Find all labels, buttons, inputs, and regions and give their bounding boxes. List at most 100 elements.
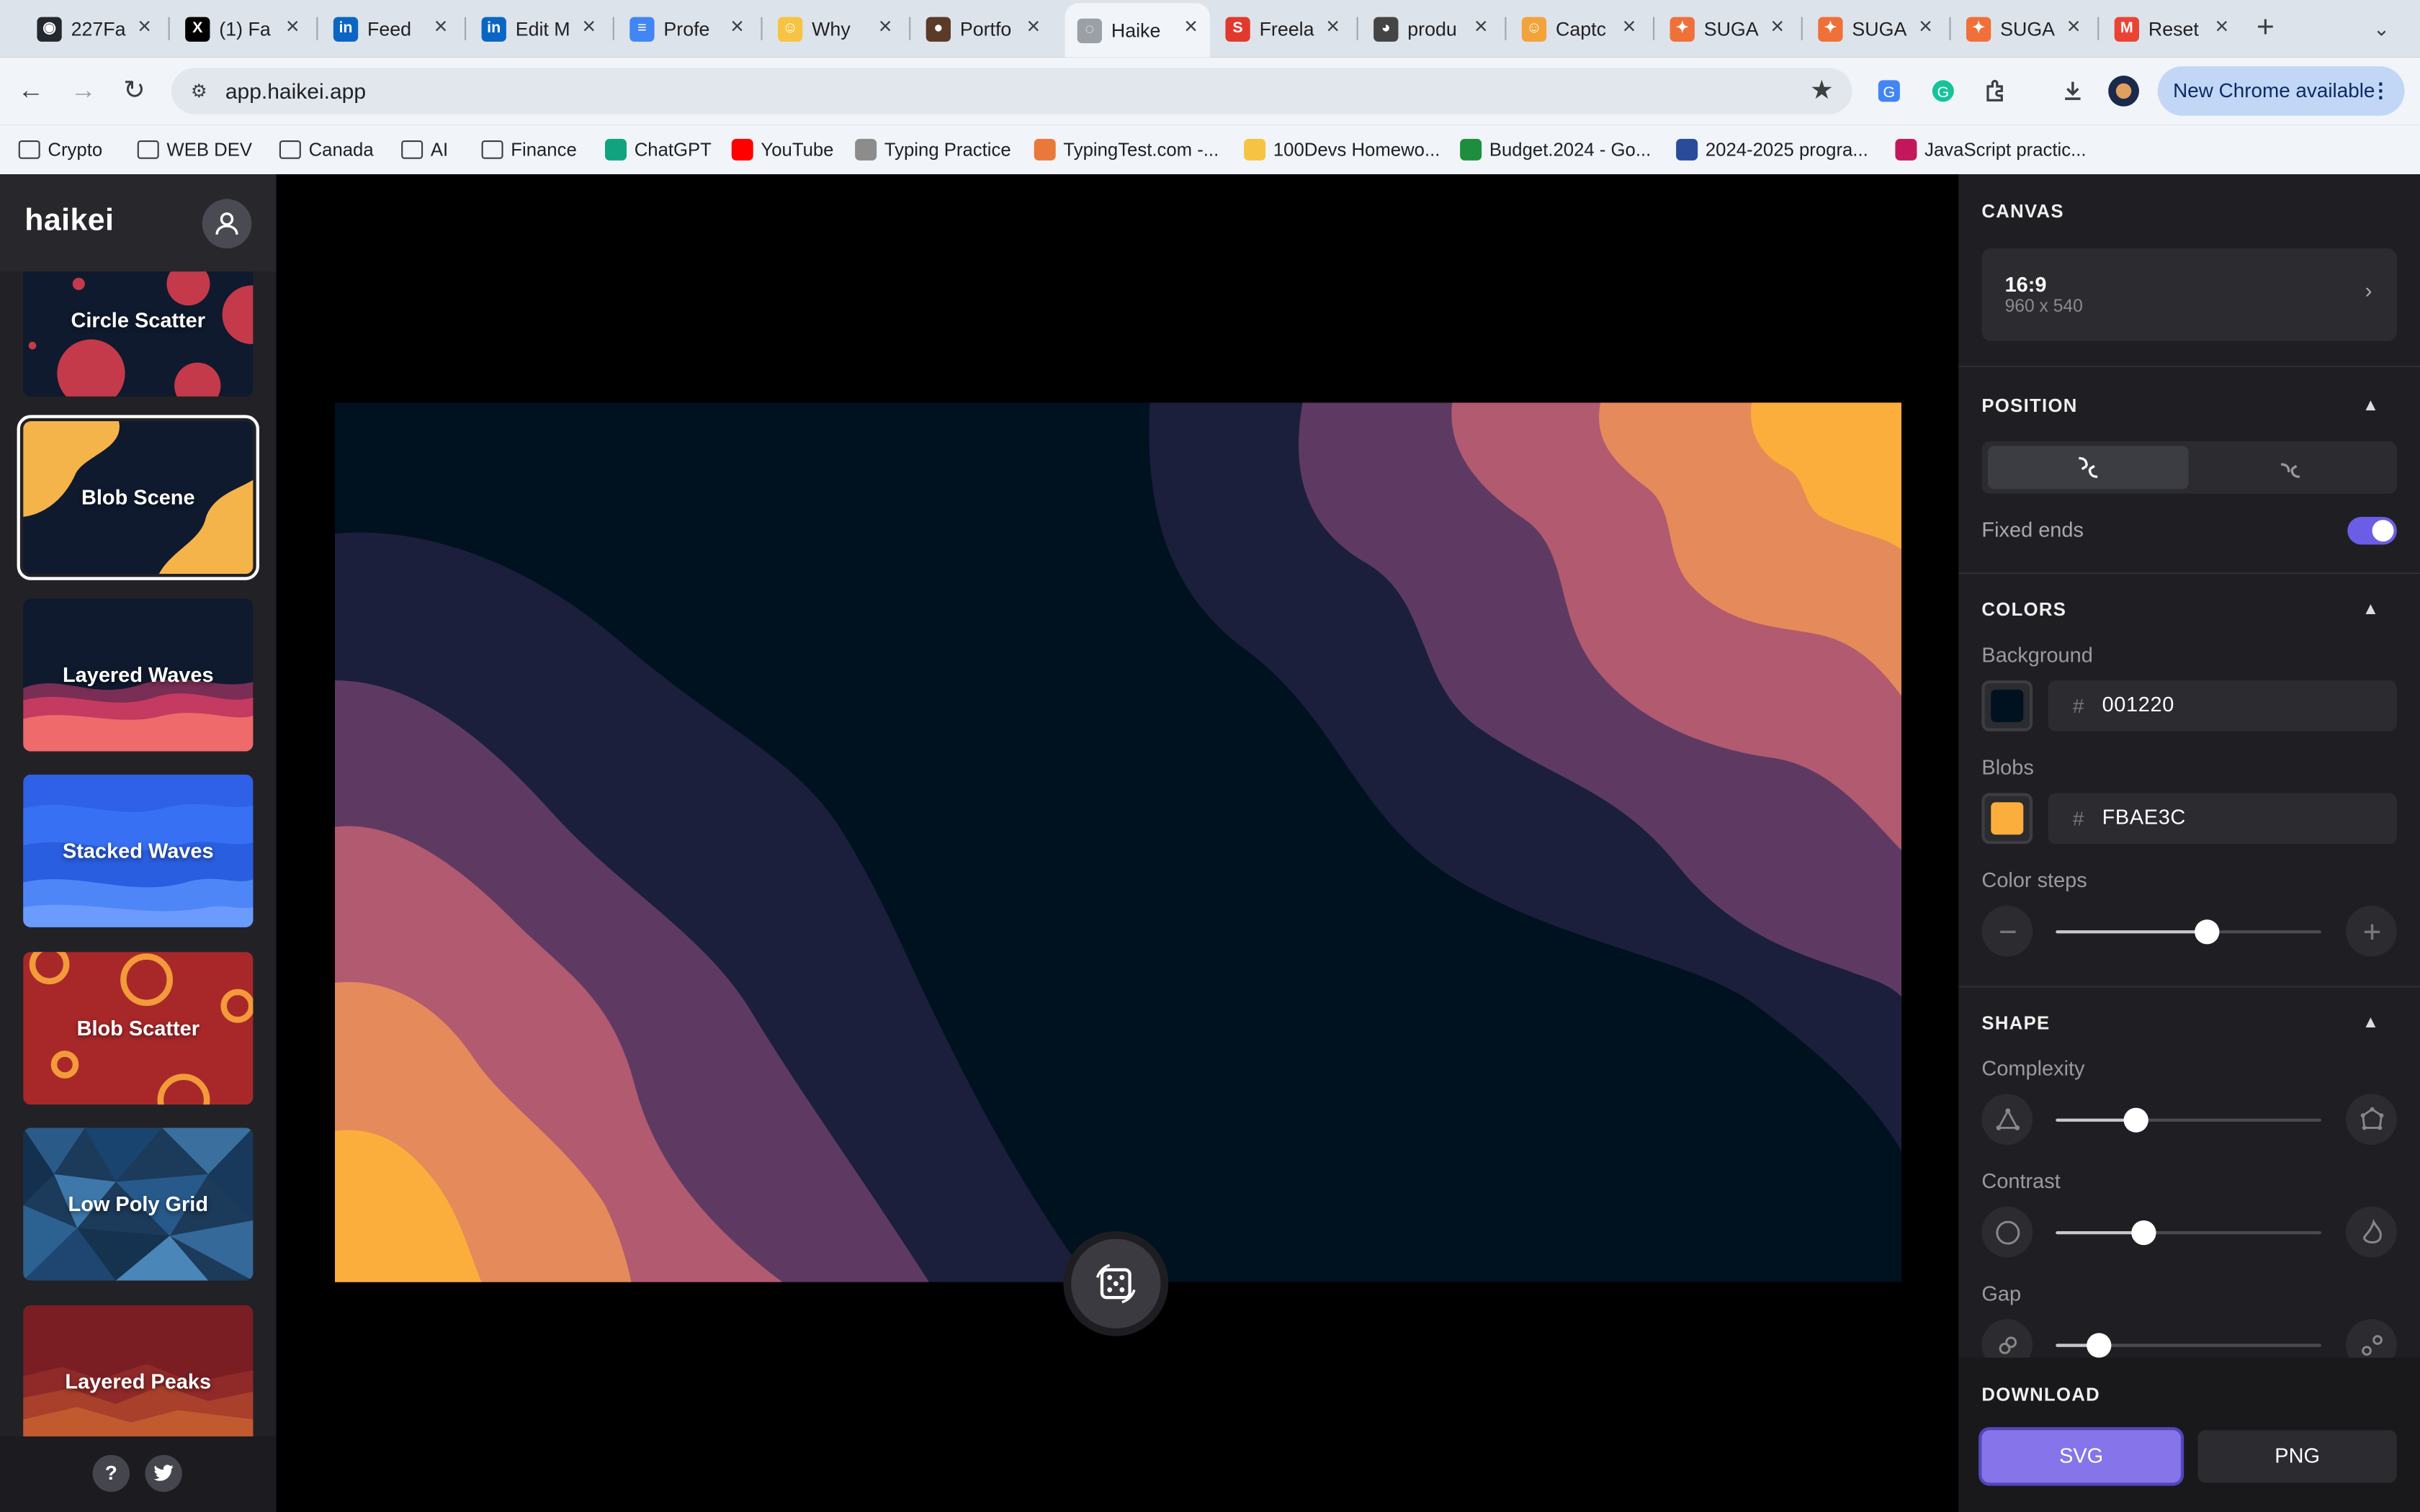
bookmark-item[interactable]: Crypto [18,138,102,162]
browser-tab[interactable]: ☺ Why × [766,11,905,46]
grammarly-icon[interactable]: G [1927,76,1958,107]
blobs-color-swatch[interactable] [1981,793,2033,845]
more-contrast-button[interactable] [2346,1206,2397,1258]
browser-tab[interactable]: ● Portfo × [914,11,1053,46]
collapse-position-icon[interactable]: ▲ [2358,393,2383,418]
browser-tab[interactable]: ≡ Profe × [617,11,756,46]
more-complexity-button[interactable] [2346,1094,2397,1145]
decrease-steps-button[interactable] [1981,905,2033,957]
close-tab-icon[interactable]: × [1474,14,1488,40]
generator-blob-scene[interactable]: Blob Scene [17,415,259,580]
browser-tab[interactable]: ✦ SUGA × [1657,11,1796,46]
bookmark-item[interactable]: 100Devs Homewo... [1244,138,1440,162]
position-option-both-corners[interactable] [1988,446,2189,490]
generator-blob-scatter[interactable]: Blob Scatter [23,952,254,1105]
color-steps-slider[interactable] [2056,917,2321,948]
browser-tab[interactable]: in Feed × [321,11,460,46]
close-tab-icon[interactable]: × [2215,14,2229,40]
tab-search-button[interactable]: ⌄ [2365,12,2398,46]
browser-tab[interactable]: ◌ Haike × [1065,3,1210,58]
bookmark-item[interactable]: Typing Practice [855,138,1011,162]
browser-tab[interactable]: X (1) Fa × [173,11,312,46]
less-complexity-button[interactable] [1981,1094,2033,1145]
generator-layered-waves[interactable]: Layered Waves [23,598,254,752]
downloads-icon[interactable] [2057,76,2088,107]
colors-section-title: COLORS [1981,598,2067,621]
generator-circle-scatter[interactable]: Circle Scatter [23,271,254,397]
browser-tab[interactable]: ✦ SUGA × [1806,11,1945,46]
close-tab-icon[interactable]: × [879,14,892,40]
gap-slider[interactable] [2056,1330,2321,1361]
bookmark-item[interactable]: Budget.2024 - Go... [1460,138,1651,162]
close-tab-icon[interactable]: × [138,14,151,40]
less-contrast-button[interactable] [1981,1206,2033,1258]
site-info-icon[interactable]: ⚙ [187,78,211,103]
close-tab-icon[interactable]: × [1184,14,1198,40]
close-tab-icon[interactable]: × [286,14,300,40]
browser-tab[interactable]: ☺ Captc × [1510,11,1649,46]
download-png-button[interactable]: PNG [2197,1430,2397,1483]
slider-thumb[interactable] [2195,919,2220,945]
reload-button[interactable]: ↻ [117,74,151,108]
collapse-colors-icon[interactable]: ▲ [2358,597,2383,621]
increase-steps-button[interactable] [2346,905,2397,957]
slider-thumb[interactable] [2130,1220,2156,1246]
contrast-slider[interactable] [2056,1218,2321,1248]
bookmark-item[interactable]: WEB DEV [137,138,252,162]
close-tab-icon[interactable]: × [1027,14,1041,40]
help-button[interactable]: ? [92,1454,130,1493]
background-color-swatch[interactable] [1981,680,2033,732]
canvas-size-selector[interactable]: 16:9 960 x 540 › [1981,248,2397,341]
back-button[interactable]: ← [14,74,48,108]
blob-scene-canvas[interactable] [335,402,1901,1282]
chrome-update-button[interactable]: New Chrome available ⋮ [2157,66,2405,116]
address-url[interactable]: app.haikei.app [225,78,366,103]
close-tab-icon[interactable]: × [582,14,596,40]
haikei-logo[interactable]: haikei [24,204,114,239]
blobs-hex-input[interactable]: # FBAE3C [2048,793,2397,845]
bookmark-star-icon[interactable]: ★ [1810,76,1834,107]
generator-stacked-waves[interactable]: Stacked Waves [23,774,254,927]
browser-tab[interactable]: S Freela × [1213,11,1352,46]
close-tab-icon[interactable]: × [1919,14,1932,40]
browser-tab[interactable]: ✦ SUGA × [1954,11,2093,46]
slider-thumb[interactable] [2086,1333,2111,1358]
slider-thumb[interactable] [2123,1107,2148,1133]
translate-icon[interactable]: G [1873,76,1904,107]
randomize-button[interactable] [1063,1231,1169,1336]
bookmark-item[interactable]: 2024-2025 progra... [1676,138,1868,162]
generator-low-poly-grid[interactable]: Low Poly Grid [23,1128,254,1281]
bookmark-item[interactable]: ChatGPT [605,138,712,162]
bookmark-item[interactable]: Canada [279,138,374,162]
close-tab-icon[interactable]: × [1326,14,1340,40]
browser-tab[interactable]: in Edit M × [469,11,608,46]
bookmark-item[interactable]: JavaScript practic... [1895,138,2087,162]
new-tab-button[interactable]: + [2257,12,2275,43]
generator-layered-peaks[interactable]: Layered Peaks [23,1305,254,1436]
account-button[interactable] [202,199,252,248]
browser-tab[interactable]: M Reset × [2102,11,2241,46]
browser-tab[interactable]: ◕ produ × [1361,11,1500,46]
fixed-ends-toggle[interactable] [2347,516,2397,545]
profile-avatar-icon[interactable] [2108,76,2139,107]
close-tab-icon[interactable]: × [1623,14,1636,40]
bookmark-item[interactable]: AI [401,138,448,162]
position-option-single-corner[interactable] [2190,446,2391,489]
close-tab-icon[interactable]: × [1770,14,1784,40]
close-tab-icon[interactable]: × [730,14,744,40]
complexity-slider[interactable] [2056,1104,2321,1135]
close-tab-icon[interactable]: × [2067,14,2081,40]
bookmark-item[interactable]: Finance [481,138,577,162]
bookmark-item[interactable]: TypingTest.com -... [1034,138,1219,162]
close-tab-icon[interactable]: × [434,14,448,40]
twitter-button[interactable] [145,1454,182,1493]
collapse-shape-icon[interactable]: ▲ [2358,1011,2383,1035]
bookmark-item[interactable]: YouTube [731,138,833,162]
background-hex-input[interactable]: # 001220 [2048,680,2397,732]
download-svg-button[interactable]: SVG [1981,1430,2181,1483]
address-bar[interactable]: ⚙ app.haikei.app ★ [171,68,1852,114]
forward-button[interactable]: → [66,74,100,108]
extensions-icon[interactable] [1980,76,2011,107]
browser-tab[interactable]: ◉ 227Fa × [24,11,163,46]
more-menu-icon[interactable]: ⋮ [2370,66,2390,116]
